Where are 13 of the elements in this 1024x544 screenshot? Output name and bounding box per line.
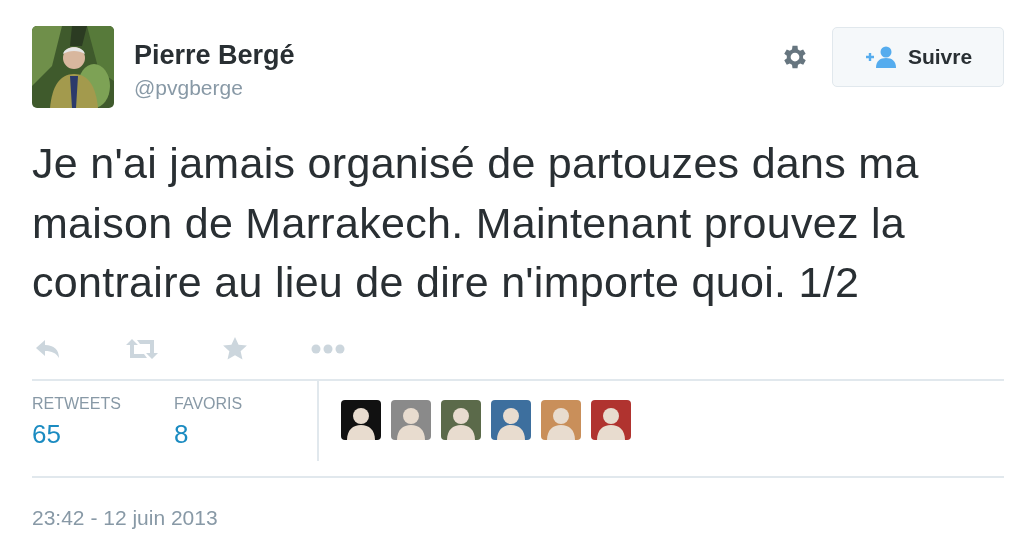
tweet-text: Je n'ai jamais organisé de partouzes dans ma maison de Marrakech. Maintenant prouvez la contraire au lieu de dire n'importe quoi. 1/2	[32, 138, 920, 308]
stat-label: FAVORIS	[174, 394, 244, 413]
stat-label: RETWEETS	[32, 394, 122, 413]
tweet-timestamp: 23:42 - 12 juin 2013	[32, 505, 219, 530]
avatar[interactable]	[591, 399, 631, 440]
stat-count[interactable]: 8	[174, 418, 316, 450]
follow-button[interactable]: Suivre	[832, 27, 1004, 87]
author-handle: @pvgberge	[134, 76, 244, 100]
author-name: Pierre Bergé	[134, 40, 296, 71]
add-person-icon	[863, 46, 898, 68]
avatar[interactable]	[341, 399, 381, 440]
stat-count[interactable]: 65	[32, 418, 174, 450]
star-icon[interactable]	[222, 335, 248, 362]
